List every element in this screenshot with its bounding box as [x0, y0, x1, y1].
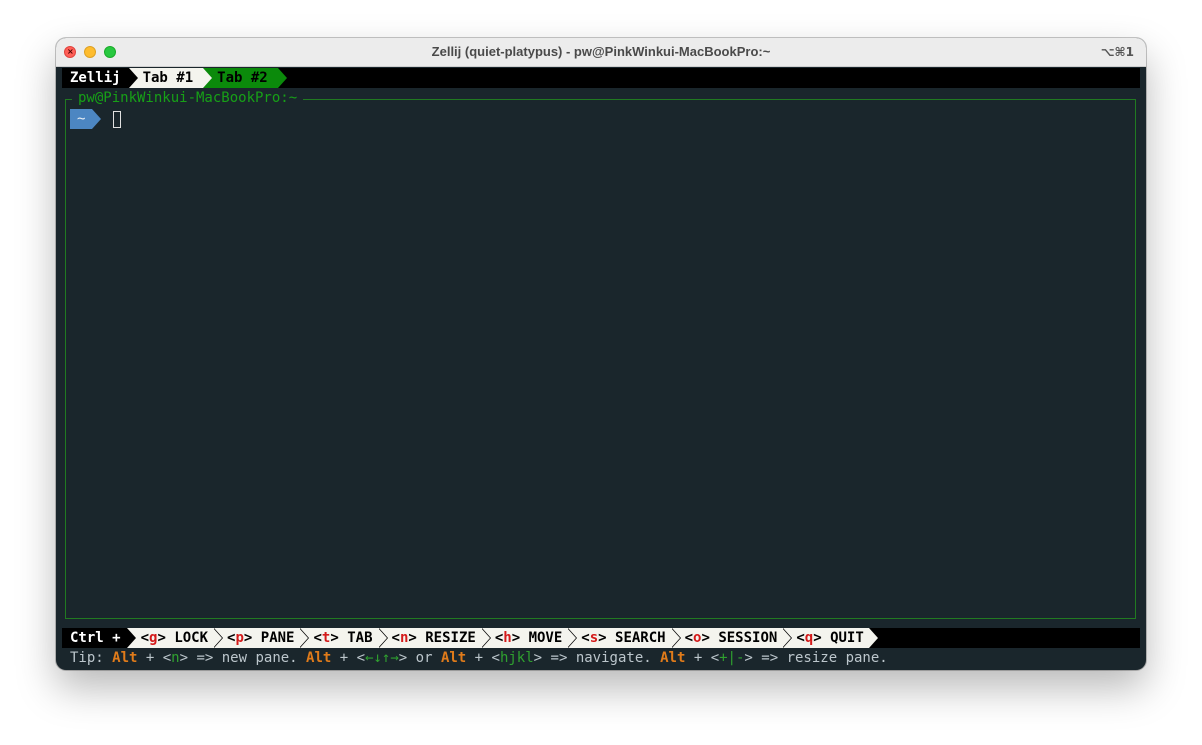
- tip-plus: + <: [466, 650, 500, 666]
- shell-prompt: ~: [70, 109, 122, 129]
- tip-alt-key: Alt: [112, 650, 138, 666]
- keybind-move[interactable]: <h> MOVE: [480, 628, 568, 648]
- separator-arrow: [377, 628, 387, 648]
- tip-resize-text: > => resize pane.: [744, 650, 888, 666]
- keybind-pane[interactable]: <p> PANE: [213, 628, 300, 648]
- tab-1[interactable]: Tab #1: [128, 68, 204, 88]
- separator-arrow: [203, 68, 213, 88]
- terminal-pane[interactable]: [65, 99, 1136, 619]
- tab-bar: Zellij Tab #1 Tab #2: [62, 68, 1140, 88]
- tip-arrow-keys: ←↓↑→: [365, 650, 399, 666]
- keybind-quit[interactable]: <q> QUIT: [782, 628, 869, 648]
- separator-arrow: [128, 68, 138, 88]
- tip-or-text: > or: [398, 650, 441, 666]
- keybind-search[interactable]: <s> SEARCH: [567, 628, 671, 648]
- keybind-resize[interactable]: <n> RESIZE: [377, 628, 481, 648]
- tip-prefix: Tip:: [70, 650, 113, 666]
- separator-arrow: [567, 628, 577, 648]
- tip-resize-keys: +|-: [719, 650, 745, 666]
- window-title: Zellij (quiet-platypus) - pw@PinkWinkui-…: [431, 44, 771, 59]
- separator-arrow: [213, 628, 223, 648]
- separator-arrow: [782, 628, 792, 648]
- keybind-tab[interactable]: <t> TAB: [299, 628, 378, 648]
- tab-2[interactable]: Tab #2: [203, 68, 278, 88]
- tip-plus: + <: [137, 650, 172, 666]
- tip-alt-key: Alt: [660, 650, 686, 666]
- separator-arrow: [480, 628, 490, 648]
- pane-title: pw@PinkWinkui-MacBookPro:~: [72, 89, 304, 107]
- separator-arrow: [277, 68, 287, 88]
- text-cursor: [113, 110, 122, 128]
- tip-new-key: n: [171, 650, 180, 666]
- app-label: Zellij: [62, 68, 129, 88]
- prompt-directory: ~: [70, 109, 93, 129]
- keybind-session[interactable]: <o> SESSION: [670, 628, 783, 648]
- tip-new-text: > => new pane.: [179, 650, 307, 666]
- tip-alt-key: Alt: [306, 650, 332, 666]
- title-bar[interactable]: × Zellij (quiet-platypus) - pw@PinkWinku…: [56, 38, 1146, 67]
- window-shortcut: ⌥⌘1: [1100, 45, 1134, 59]
- separator-arrow: [299, 628, 309, 648]
- tip-alt-key: Alt: [440, 650, 467, 666]
- separator-arrow: [670, 628, 680, 648]
- terminal-window: × Zellij (quiet-platypus) - pw@PinkWinku…: [56, 38, 1146, 670]
- prompt-arrow-icon: [92, 109, 102, 129]
- modifier-label: Ctrl +: [62, 628, 127, 648]
- keybind-lock[interactable]: <g> LOCK: [126, 628, 214, 648]
- tip-navigate-text: > => navigate.: [533, 650, 661, 666]
- tip-plus: + <: [331, 650, 366, 666]
- status-bar: Ctrl + <g> LOCK <p> PANE <t> TAB <n> RES…: [62, 628, 1140, 648]
- separator-arrow: [126, 628, 136, 648]
- tip-hjkl-keys: hjkl: [499, 650, 534, 666]
- separator-arrow: [868, 628, 878, 648]
- tip-plus: + <: [685, 650, 720, 666]
- tip-line: Tip: Alt + <n> => new pane. Alt + <←↓↑→>…: [62, 648, 1140, 668]
